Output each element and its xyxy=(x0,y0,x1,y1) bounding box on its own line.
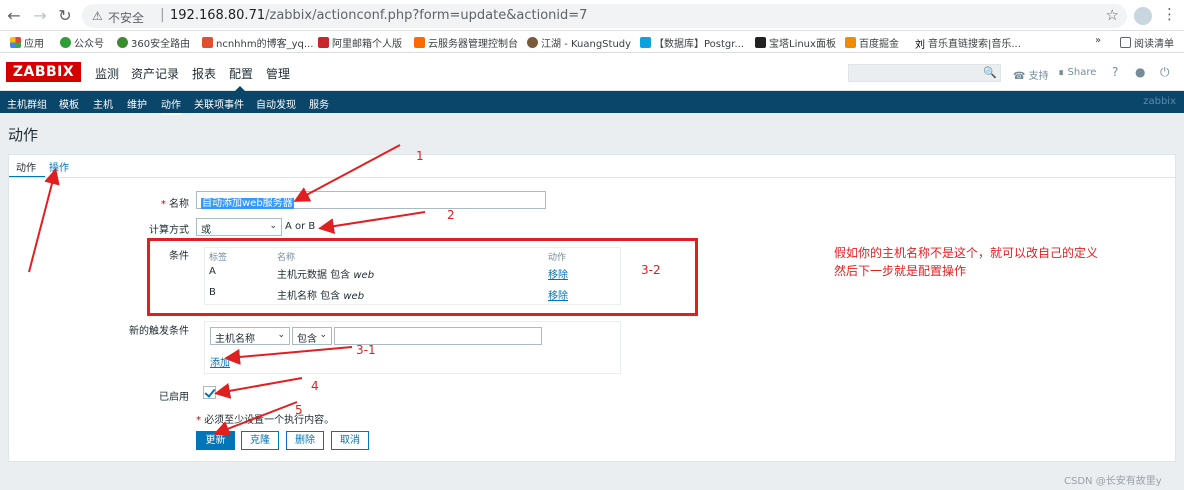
annotation-2: 2 xyxy=(447,208,455,222)
annotation-5: 5 xyxy=(295,403,303,417)
annotation-3-1: 3-1 xyxy=(356,343,376,357)
annotation-note-line2: 然后下一步就是配置操作 xyxy=(834,264,967,278)
annotation-3-2: 3-2 xyxy=(641,263,661,277)
annotation-1: 1 xyxy=(416,149,424,163)
annotation-note-line1: 假如你的主机名称不是这个，就可以改自己的定义 xyxy=(834,246,1099,260)
watermark: CSDN @长安有故里y xyxy=(1064,476,1162,487)
annotation-4: 4 xyxy=(311,379,319,393)
